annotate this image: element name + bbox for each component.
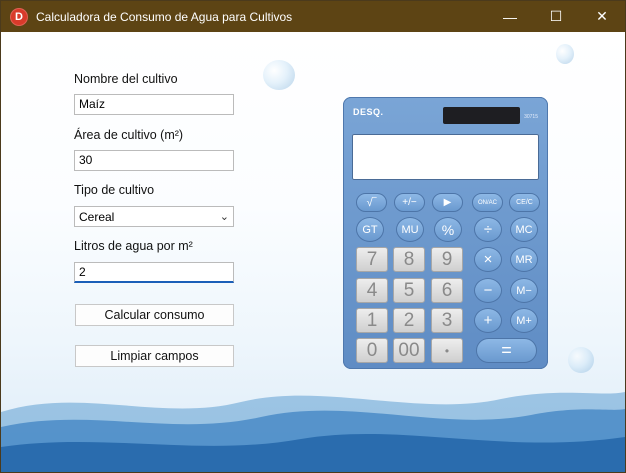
- two-key: 2: [393, 308, 425, 333]
- water-background: [1, 392, 625, 472]
- four-key: 4: [356, 278, 388, 303]
- sqrt-key: √‾: [356, 193, 387, 212]
- crop-type-value: Cereal: [79, 209, 115, 224]
- app-icon: D: [10, 7, 28, 26]
- plus-key: +: [474, 308, 502, 333]
- water-drop: [556, 44, 574, 64]
- play-key: ▶: [432, 193, 463, 212]
- window-title: Calculadora de Consumo de Agua para Cult…: [36, 9, 293, 24]
- crop-name-label: Nombre del cultivo: [74, 72, 178, 86]
- crop-type-label: Tipo de cultivo: [74, 183, 155, 197]
- water-drop: [263, 60, 295, 90]
- title-bar: D Calculadora de Consumo de Agua para Cu…: [1, 1, 625, 32]
- equals-key: =: [476, 338, 537, 363]
- mu-key: MU: [396, 217, 424, 242]
- plusminus-key: +/−: [394, 193, 425, 212]
- double-zero-key: 00: [393, 338, 425, 363]
- zero-key: 0: [356, 338, 388, 363]
- seven-key: 7: [356, 247, 388, 272]
- maximize-button[interactable]: ☐: [533, 1, 579, 32]
- water-drop: [568, 347, 594, 373]
- ce-c-key: CE/C: [509, 193, 540, 212]
- area-label: Área de cultivo (m²): [74, 128, 184, 142]
- m-plus-key: M+: [510, 308, 538, 333]
- app-window: D Calculadora de Consumo de Agua para Cu…: [0, 0, 626, 473]
- calculator-image: DESQ. 30715 √‾ +/− ▶ ON/AC CE/C GT MU % …: [343, 97, 548, 369]
- decimal-key: •: [431, 338, 463, 363]
- liters-input[interactable]: 2: [74, 262, 234, 283]
- chevron-down-icon: ⌄: [219, 211, 229, 223]
- mc-key: MC: [510, 217, 538, 242]
- divide-key: ÷: [474, 217, 502, 242]
- three-key: 3: [431, 308, 463, 333]
- liters-label: Litros de agua por m²: [74, 239, 193, 253]
- gt-key: GT: [356, 217, 384, 242]
- times-key: ×: [474, 247, 502, 272]
- m-minus-key: M−: [510, 278, 538, 303]
- mr-key: MR: [510, 247, 538, 272]
- solar-panel: [443, 107, 520, 124]
- eight-key: 8: [393, 247, 425, 272]
- calculator-model: 30715: [524, 114, 538, 120]
- calculate-button[interactable]: Calcular consumo: [75, 304, 234, 326]
- crop-type-select[interactable]: Cereal ⌄: [74, 206, 234, 227]
- clear-button[interactable]: Limpiar campos: [75, 345, 234, 367]
- on-ac-key: ON/AC: [472, 193, 503, 212]
- six-key: 6: [431, 278, 463, 303]
- nine-key: 9: [431, 247, 463, 272]
- calculator-screen: [352, 134, 539, 180]
- crop-name-input[interactable]: Maíz: [74, 94, 234, 115]
- minus-key: −: [474, 278, 502, 303]
- calculator-brand: DESQ.: [353, 107, 384, 117]
- five-key: 5: [393, 278, 425, 303]
- minimize-button[interactable]: —: [487, 1, 533, 32]
- one-key: 1: [356, 308, 388, 333]
- area-input[interactable]: 30: [74, 150, 234, 171]
- percent-key: %: [434, 217, 462, 242]
- main-content: Nombre del cultivo Maíz Área de cultivo …: [1, 32, 625, 472]
- close-button[interactable]: ✕: [579, 1, 625, 32]
